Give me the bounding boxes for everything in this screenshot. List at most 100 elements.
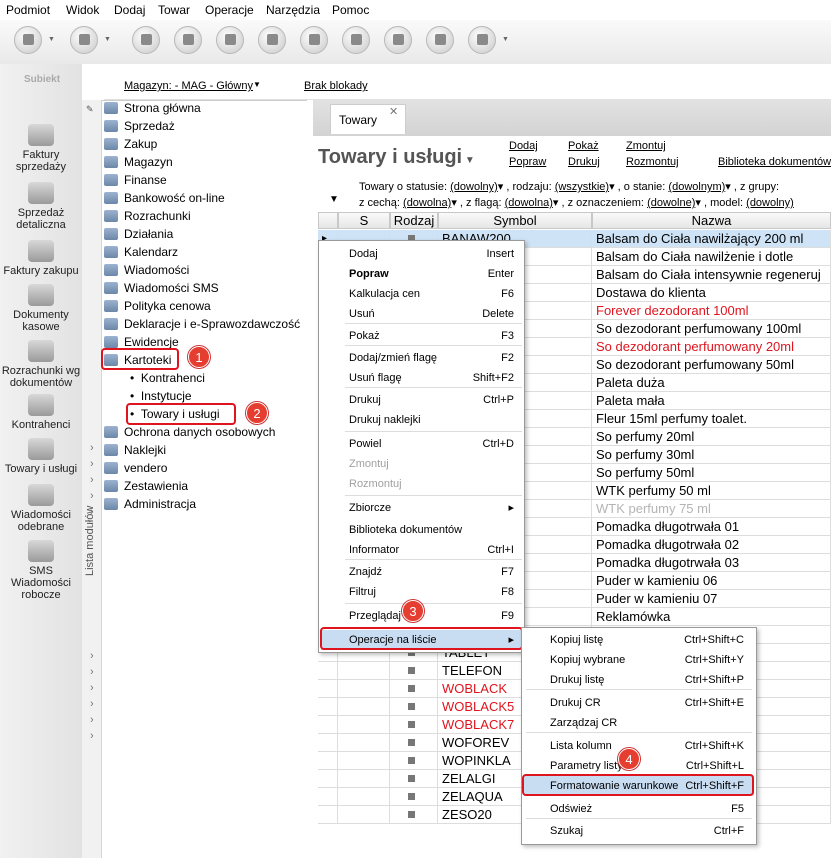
magazyn-dropdown-icon[interactable]: ▼ (253, 80, 261, 89)
page-title[interactable]: Towary i usługi ▼ (318, 146, 475, 169)
nav-zakup[interactable]: Zakup (104, 136, 157, 153)
menu-separator (345, 431, 522, 432)
nav-wiadomosci[interactable]: Wiadomości (104, 262, 189, 279)
link-popraw[interactable]: Popraw (509, 156, 546, 168)
documents-icon[interactable] (132, 26, 160, 54)
back-icon[interactable] (14, 26, 42, 54)
nav-sub-kontrahenci[interactable]: • Kontrahenci (130, 370, 205, 387)
submenu-item[interactable]: Lista kolumn Ctrl+Shift+K (524, 736, 754, 756)
col-s[interactable]: S (338, 212, 390, 229)
submenu-item[interactable]: Odśwież F5 (524, 799, 754, 819)
submenu-item[interactable]: Zarządzaj CR (524, 713, 754, 733)
shortcut-rozrachunki[interactable]: Rozrachunki wg dokumentów (0, 340, 82, 389)
context-menu-item[interactable]: Popraw Enter (321, 264, 522, 284)
context-menu-item[interactable]: Kalkulacja cen F6 (321, 284, 522, 304)
link-rozmontuj[interactable]: Rozmontuj (626, 156, 679, 168)
context-menu-item[interactable]: Usuń Delete (321, 304, 522, 324)
shortcut-sms-robocze[interactable]: SMS Wiadomości robocze (0, 540, 82, 601)
nav-administracja[interactable]: Administracja (104, 496, 196, 513)
shortcut-faktury-zakupu[interactable]: Faktury zakupu (0, 240, 82, 277)
link-icon[interactable] (258, 26, 286, 54)
nav-rozrachunki[interactable]: Rozrachunki (104, 208, 191, 225)
help-dropdown-icon[interactable]: ▼ (502, 36, 509, 43)
submenu-item[interactable]: Kopiuj listę Ctrl+Shift+C (524, 630, 754, 650)
filter-model[interactable]: (dowolny) (746, 197, 794, 209)
pin-icon[interactable]: ✎ (86, 104, 94, 115)
menu-dodaj[interactable]: Dodaj (114, 3, 145, 17)
shortcut-kontrahenci[interactable]: Kontrahenci (0, 394, 82, 431)
tab-towary[interactable]: Towary ✕ (330, 104, 406, 134)
shortcut-sprzedaz-detaliczna[interactable]: Sprzedaż detaliczna (0, 182, 82, 231)
col-symbol[interactable]: Symbol (438, 212, 592, 229)
context-menu-item[interactable]: Biblioteka dokumentów (321, 520, 522, 540)
forward-icon[interactable] (70, 26, 98, 54)
nav-deklaracje[interactable]: Deklaracje i e-Sprawozdawczość (104, 316, 300, 333)
link-drukuj[interactable]: Drukuj (568, 156, 600, 168)
nav-ochrona-danych[interactable]: Ochrona danych osobowych (104, 424, 275, 441)
link-biblioteka[interactable]: Biblioteka dokumentów (718, 156, 831, 168)
menu-pomoc[interactable]: Pomoc (332, 3, 369, 17)
nav-bankowosc[interactable]: Bankowość on-line (104, 190, 225, 207)
close-icon[interactable]: ✕ (389, 105, 398, 118)
eraser-icon[interactable] (174, 26, 202, 54)
forward-dropdown-icon[interactable]: ▼ (104, 36, 111, 43)
context-menu-item[interactable]: Znajdź F7 (321, 562, 522, 582)
blokady-link[interactable]: Brak blokady (304, 80, 368, 92)
magazyn-selector[interactable]: Magazyn: - MAG - Główny (124, 80, 253, 92)
context-menu-item[interactable]: Usuń flagę Shift+F2 (321, 368, 522, 388)
nav-zestawienia[interactable]: Zestawienia (104, 478, 188, 495)
help-icon[interactable] (468, 26, 496, 54)
nav-expanders[interactable]: › › › › › › › › › › › (90, 440, 94, 744)
link-zmontuj[interactable]: Zmontuj (626, 140, 666, 152)
menu-narzedzia[interactable]: Narzędzia (266, 3, 320, 17)
menu-towar[interactable]: Towar (158, 3, 190, 17)
context-menu-item[interactable]: Zbiorcze ▸ (321, 498, 522, 518)
globe-icon[interactable] (426, 26, 454, 54)
filter-rodzaj[interactable]: (wszystkie) (555, 181, 609, 193)
filter-toggle-icon[interactable]: ▼ (329, 194, 339, 205)
filter-flaga[interactable]: (dowolna) (505, 197, 553, 209)
send-icon[interactable] (342, 26, 370, 54)
context-menu-item[interactable]: Dodaj Insert (321, 244, 522, 264)
nav-vendero[interactable]: vendero (104, 460, 167, 477)
nav-finanse[interactable]: Finanse (104, 172, 167, 189)
context-menu-item[interactable]: Filtruj F8 (321, 582, 522, 602)
shortcut-faktury-sprzedazy[interactable]: Faktury sprzedaży (0, 124, 82, 173)
nav-kalendarz[interactable]: Kalendarz (104, 244, 178, 261)
context-menu-item[interactable]: Informator Ctrl+I (321, 540, 522, 560)
nav-strona-glowna[interactable]: Strona główna (104, 100, 201, 117)
shortcut-wiadomosci-odebrane[interactable]: Wiadomości odebrane (0, 484, 82, 533)
nav-dzialania[interactable]: Działania (104, 226, 173, 243)
context-menu-item[interactable]: Dodaj/zmień flagę F2 (321, 348, 522, 368)
submenu-item[interactable]: Drukuj CR Ctrl+Shift+E (524, 693, 754, 713)
shortcut-towary[interactable]: Towary i usługi (0, 438, 82, 475)
printer-icon[interactable] (300, 26, 328, 54)
link-dodaj[interactable]: Dodaj (509, 140, 538, 152)
nav-polityka-cenowa[interactable]: Polityka cenowa (104, 298, 211, 315)
menu-podmiot[interactable]: Podmiot (6, 3, 50, 17)
context-menu-item[interactable]: Drukuj Ctrl+P (321, 390, 522, 410)
context-menu-item[interactable]: Pokaż F3 (321, 326, 522, 346)
nav-magazyn[interactable]: Magazyn (104, 154, 173, 171)
shortcut-dokumenty-kasowe[interactable]: Dokumenty kasowe (0, 284, 82, 333)
filter-stan[interactable]: (dowolnym) (668, 181, 725, 193)
nav-sprzedaz[interactable]: Sprzedaż (104, 118, 175, 135)
filter-oznaczenie[interactable]: (dowolne) (647, 197, 695, 209)
context-menu-item[interactable]: Drukuj naklejki (321, 410, 522, 430)
back-dropdown-icon[interactable]: ▼ (48, 36, 55, 43)
filter-cecha[interactable]: (dowolna) (403, 197, 451, 209)
submenu-item[interactable]: Kopiuj wybrane Ctrl+Shift+Y (524, 650, 754, 670)
nav-naklejki[interactable]: Naklejki (104, 442, 166, 459)
col-nazwa[interactable]: Nazwa (592, 212, 831, 229)
link-pokaz[interactable]: Pokaż (568, 140, 599, 152)
menu-widok[interactable]: Widok (66, 3, 99, 17)
edit-icon[interactable] (216, 26, 244, 54)
context-menu-item[interactable]: Powiel Ctrl+D (321, 434, 522, 454)
submenu-item[interactable]: Szukaj Ctrl+F (524, 821, 754, 841)
download-icon[interactable] (384, 26, 412, 54)
menu-operacje[interactable]: Operacje (205, 3, 254, 17)
filter-status[interactable]: (dowolny) (450, 181, 498, 193)
nav-wiadomosci-sms[interactable]: Wiadomości SMS (104, 280, 219, 297)
col-rodzaj[interactable]: Rodzaj (390, 212, 438, 229)
submenu-item[interactable]: Drukuj listę Ctrl+Shift+P (524, 670, 754, 690)
